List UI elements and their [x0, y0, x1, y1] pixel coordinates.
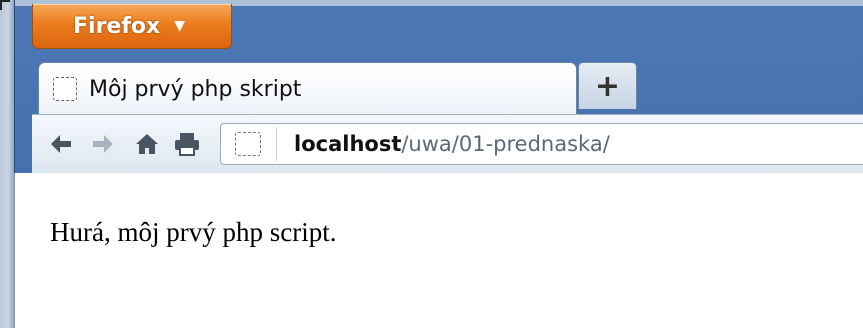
- address-bar[interactable]: localhost /uwa/01-prednaska/: [220, 123, 863, 165]
- printer-icon: [175, 133, 199, 156]
- arrow-right-icon: [93, 135, 113, 153]
- back-button[interactable]: [44, 127, 78, 161]
- tab-active[interactable]: Môj prvý php skript: [38, 62, 577, 115]
- blank-page-icon: [235, 132, 261, 156]
- url-path: /uwa/01-prednaska/: [401, 132, 610, 156]
- blank-page-icon: [53, 77, 77, 101]
- home-icon: [136, 134, 158, 154]
- firefox-menu-label: Firefox: [73, 13, 161, 39]
- page-text: Hurá, môj prvý php script.: [50, 217, 337, 247]
- forward-button[interactable]: [86, 127, 120, 161]
- url-divider: [276, 127, 277, 161]
- page-content: Hurá, môj prvý php script.: [14, 173, 863, 328]
- tab-title: Môj prvý php skript: [89, 76, 302, 102]
- print-button[interactable]: [170, 127, 204, 161]
- plus-icon: +: [594, 68, 621, 104]
- home-button[interactable]: [130, 127, 164, 161]
- chevron-down-icon: ▼: [174, 18, 185, 34]
- arrow-left-icon: [51, 135, 71, 153]
- firefox-menu-button[interactable]: Firefox ▼: [32, 4, 232, 49]
- new-tab-button[interactable]: +: [578, 62, 637, 109]
- left-window-edge: [0, 0, 15, 328]
- corner-mark: [0, 0, 10, 10]
- navigation-toolbar: localhost /uwa/01-prednaska/: [32, 114, 863, 174]
- url-host: localhost: [294, 132, 402, 156]
